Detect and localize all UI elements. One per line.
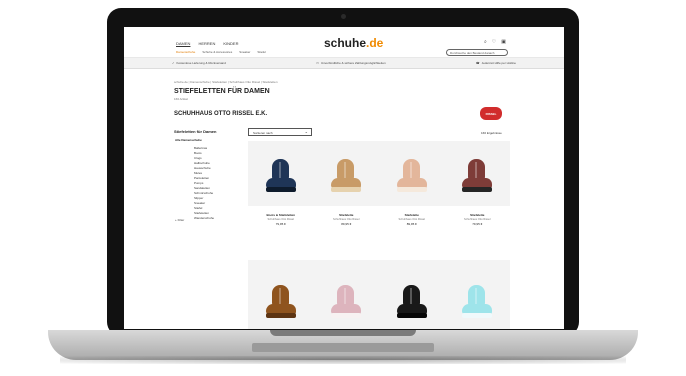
product-name: Stiefelette <box>470 213 485 217</box>
filter-link[interactable]: + Filter <box>175 218 184 222</box>
product-card[interactable] <box>444 260 510 329</box>
rissel-logo: RISSEL <box>480 107 502 120</box>
search-icon[interactable]: ⌕ <box>484 39 487 45</box>
infobar-item-payment: ▭ Unverbindliche & sichere Zahlungsmögli… <box>316 61 386 65</box>
product-price: 89,95 € <box>341 222 352 226</box>
category-women-shoes[interactable]: Damenschuhe <box>176 50 195 54</box>
keyboard-strip <box>252 343 434 352</box>
product-card[interactable]: Stiefelette Schuhhaus Otto Rissel 89,95 … <box>313 141 379 247</box>
wishlist-icon[interactable]: ♡ <box>492 39 496 45</box>
category-sneakers[interactable]: Sneaker <box>239 50 250 54</box>
product-image[interactable] <box>313 260 379 329</box>
product-price: 79,95 € <box>472 222 483 226</box>
product-image[interactable] <box>248 260 314 329</box>
boot-icon <box>261 280 301 320</box>
search-input[interactable]: Durchsuche den Bestand danach <box>446 49 508 56</box>
service-infobar: ✓ Kostenlose Lieferung & Rückversand ▭ U… <box>124 58 564 69</box>
logo-main-text: schuhe <box>324 36 367 50</box>
tab-men[interactable]: HERREN <box>198 41 215 46</box>
category-navigation: Damenschuhe Schuhe & Accessoires Sneaker… <box>176 50 266 54</box>
product-image[interactable] <box>379 141 445 206</box>
infobar-text-hotline: Jederzeit Hilfe per Hotline <box>481 61 516 65</box>
product-image[interactable] <box>313 141 379 206</box>
product-price: 79,95 € <box>275 222 286 226</box>
category-boots[interactable]: Stiefel <box>257 50 265 54</box>
product-grid: Boots & Stiefeletten Schuhhaus Otto Riss… <box>248 141 510 329</box>
boot-icon <box>392 280 432 320</box>
result-count: 166 Ergebnisse <box>481 131 502 135</box>
boot-icon <box>261 154 301 194</box>
boot-icon <box>326 154 366 194</box>
logo-accent-text: .de <box>366 36 384 50</box>
product-name: Boots & Stiefeletten <box>266 213 295 217</box>
product-name: Stiefelette <box>339 213 354 217</box>
header-actions: ⌕ ♡ ▣ <box>484 39 506 45</box>
infobar-text-payment: Unverbindliche & sichere Zahlungsmöglich… <box>320 61 386 65</box>
product-card[interactable] <box>313 260 379 329</box>
shop-title: SCHUHHAUS OTTO RISSEL E.K. <box>174 111 268 117</box>
truck-icon: ▭ <box>316 61 319 65</box>
boot-icon <box>457 280 497 320</box>
product-image[interactable] <box>444 141 510 206</box>
tab-women[interactable]: DAMEN <box>176 41 190 46</box>
product-card[interactable]: Stiefelette Schuhhaus Otto Rissel 79,95 … <box>444 141 510 247</box>
product-card[interactable]: Stiefelette Schuhhaus Otto Rissel 89,95 … <box>379 141 445 247</box>
product-image[interactable] <box>248 141 314 206</box>
product-seller: Schuhhaus Otto Rissel <box>333 218 360 221</box>
boot-icon <box>392 154 432 194</box>
product-card[interactable] <box>379 260 445 329</box>
camera <box>341 14 346 19</box>
category-accessories[interactable]: Schuhe & Accessoires <box>202 50 232 54</box>
sidebar-item[interactable]: Wanderschuhe <box>194 216 214 221</box>
web-page: DAMEN HERREN KINDER schuhe.de ⌕ ♡ ▣ Dame… <box>124 27 564 329</box>
infobar-text-delivery: Kostenlose Lieferung & Rückversand <box>176 61 226 65</box>
article-count: 166 Artikel <box>174 97 189 101</box>
product-image[interactable] <box>444 260 510 329</box>
sidebar-title: Stiefeletten für Damen <box>174 129 217 134</box>
sort-dropdown[interactable]: Sortieren nach <box>248 128 312 136</box>
sidebar-group-all-women-shoes[interactable]: Alle Damenschuhe <box>175 138 202 142</box>
product-seller: Schuhhaus Otto Rissel <box>464 218 491 221</box>
product-seller: Schuhhaus Otto Rissel <box>398 218 425 221</box>
infobar-item-hotline: ☎ Jederzeit Hilfe per Hotline <box>476 61 516 65</box>
laptop-base-lip <box>270 330 416 336</box>
base-shadow <box>60 356 626 364</box>
check-icon: ✓ <box>172 61 175 65</box>
site-logo[interactable]: schuhe.de <box>324 36 383 50</box>
sidebar-category-list: Ballerinas Boots Clogs Halbschuhe Haussc… <box>194 146 214 221</box>
phone-icon: ☎ <box>475 61 480 65</box>
infobar-item-delivery: ✓ Kostenlose Lieferung & Rückversand <box>172 61 226 65</box>
product-card[interactable] <box>248 260 314 329</box>
product-image[interactable] <box>379 260 445 329</box>
product-name: Stiefelette <box>404 213 419 217</box>
product-price: 89,95 € <box>406 222 417 226</box>
site-header: DAMEN HERREN KINDER schuhe.de ⌕ ♡ ▣ Dame… <box>124 27 564 58</box>
gender-navigation: DAMEN HERREN KINDER <box>176 41 238 46</box>
cart-icon[interactable]: ▣ <box>501 39 506 45</box>
tab-kids[interactable]: KINDER <box>223 41 238 46</box>
page-title: STIEFELETTEN FÜR DAMEN <box>174 88 270 95</box>
boot-icon <box>326 280 366 320</box>
product-card[interactable]: Boots & Stiefeletten Schuhhaus Otto Riss… <box>248 141 314 247</box>
breadcrumb[interactable]: schuhe.de | Damenschuhe | Stiefeletten |… <box>174 80 278 84</box>
boot-icon <box>457 154 497 194</box>
product-seller: Schuhhaus Otto Rissel <box>267 218 294 221</box>
